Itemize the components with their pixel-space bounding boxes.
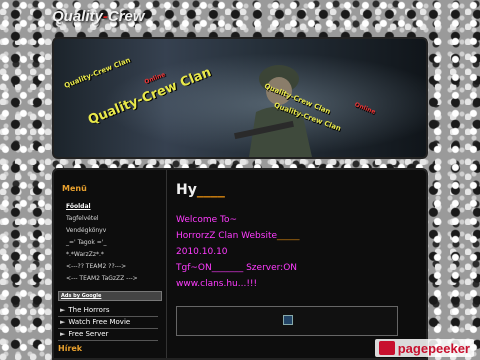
embedded-object[interactable]: [176, 306, 398, 336]
sidebar-heading: Menü: [62, 184, 87, 193]
ad-link-watch-free-movie[interactable]: ► Watch Free Movie: [58, 317, 158, 329]
news-heading: Hírek: [58, 344, 83, 353]
sidebar-divider: [166, 170, 167, 358]
pagepeeker-watermark: pagepeeker: [374, 339, 474, 357]
date-line: 2010.10.10: [176, 247, 228, 257]
menu-item-team2-tagz[interactable]: <--- TEAM2 TaGzZZ --->: [58, 273, 166, 285]
site-title-part2: Crew: [107, 8, 145, 25]
menu-item-fooldal[interactable]: Főoldal: [58, 201, 166, 213]
ad-link-label: Watch Free Movie: [68, 318, 131, 326]
ads-by-google-link[interactable]: Ads by Google: [58, 291, 162, 301]
menu-item-tagok[interactable]: _=' Tagok ='_: [58, 237, 166, 249]
ad-link-label: Free Server: [68, 330, 109, 338]
content-title: Hy____: [176, 182, 418, 198]
plugin-placeholder-icon: [283, 315, 293, 325]
watermark-text: pagepeeker: [397, 340, 470, 356]
menu-item-team2[interactable]: <---?? TEAM2 ??--->: [58, 261, 166, 273]
content-title-line: ____: [196, 182, 225, 198]
play-arrow-icon: ►: [60, 330, 66, 338]
main-panel: Menü Főoldal Tagfelvétel Vendégkönyv _='…: [52, 168, 428, 360]
menu-list: Főoldal Tagfelvétel Vendégkönyv _=' Tago…: [58, 201, 166, 285]
pagepeeker-logo-icon: [378, 341, 395, 355]
site-title-part1: Quality: [52, 8, 103, 25]
ad-link-label: The Horrors: [68, 306, 110, 314]
clan-website-underline: _____: [277, 231, 300, 241]
status-line: Tgf~ON_______ Szerver:ON: [176, 263, 298, 273]
menu-item-tagfelvetel[interactable]: Tagfelvétel: [58, 213, 166, 225]
ad-link-free-server[interactable]: ► Free Server: [58, 329, 158, 341]
site-title[interactable]: Quality-Crew: [52, 8, 145, 25]
play-arrow-icon: ►: [60, 318, 66, 326]
menu-item-warz[interactable]: *.*WarzZz*.*: [58, 249, 166, 261]
clan-website-line: HorrorzZ Clan Website_____: [176, 228, 418, 244]
header-banner: Quality-Crew Clan Quality-Crew Clan Qual…: [52, 37, 428, 159]
content-area: Hy____ Welcome To~ HorrorzZ Clan Website…: [176, 182, 418, 358]
welcome-line: Welcome To~: [176, 215, 238, 225]
sidebar: Menü Főoldal Tagfelvétel Vendégkönyv _='…: [58, 178, 166, 358]
ad-link-the-horrors[interactable]: ► The Horrors: [58, 305, 158, 317]
play-arrow-icon: ►: [60, 306, 66, 314]
clan-website-text: HorrorzZ Clan Website: [176, 231, 278, 241]
url-line: www.clans.hu...!!!: [176, 279, 258, 289]
content-title-text: Hy: [176, 182, 197, 198]
menu-item-vendegkonyv[interactable]: Vendégkönyv: [58, 225, 166, 237]
